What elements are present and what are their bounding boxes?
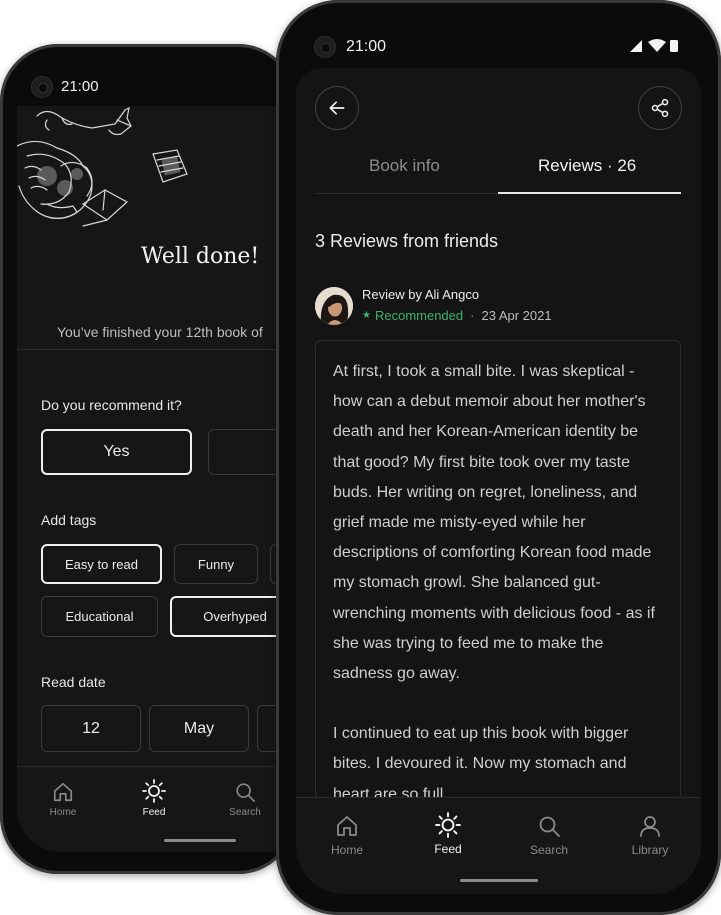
search-icon	[236, 783, 255, 802]
bottom-nav: Home Feed Search Library	[296, 797, 701, 894]
tag-easy-to-read[interactable]: Easy to read	[41, 544, 162, 584]
read-date-day[interactable]: 12	[41, 705, 141, 752]
share-button[interactable]	[638, 86, 682, 130]
tab-reviews[interactable]: Reviews · 26	[538, 156, 636, 176]
home-icon	[53, 782, 73, 802]
signal-icon	[630, 40, 642, 52]
bottom-nav: Home Feed Search	[17, 766, 297, 852]
rating-screen: Well done! You’ve finished your 12th boo…	[17, 106, 297, 852]
battery-icon	[670, 40, 678, 52]
nav-feed[interactable]: Feed	[134, 779, 174, 818]
nav-feed-label: Feed	[434, 842, 462, 856]
camera-icon	[314, 36, 336, 58]
home-icon	[337, 816, 357, 836]
nav-home[interactable]: Home	[43, 781, 83, 818]
avatar[interactable]	[315, 287, 353, 325]
nav-home-label: Home	[330, 843, 363, 857]
recommended-badge: Recommended	[374, 308, 464, 323]
arrow-left-icon	[329, 101, 345, 115]
nav-feed-label: Feed	[142, 807, 166, 818]
search-icon	[539, 816, 560, 837]
nav-search[interactable]: Search	[225, 781, 265, 818]
recommend-yes-button[interactable]: Yes	[41, 429, 192, 475]
nav-home-label: Home	[49, 807, 77, 818]
review-paragraph-1: At first, I took a small bite. I was ske…	[333, 363, 655, 683]
back-button[interactable]	[315, 86, 359, 130]
review-paragraph-2: I continued to eat up this book with big…	[333, 725, 629, 800]
active-tab-indicator	[498, 192, 681, 194]
section-title: 3 Reviews from friends	[315, 231, 499, 251]
home-indicator	[460, 879, 538, 882]
status-time: 21:00	[61, 78, 99, 95]
page-title: Well done!	[141, 244, 260, 269]
nav-library[interactable]: Library	[627, 814, 673, 857]
review-card[interactable]: At first, I took a small bite. I was ske…	[315, 340, 681, 800]
sun-icon	[435, 812, 461, 838]
star-icon: ★	[362, 310, 371, 321]
nav-home[interactable]: Home	[327, 814, 367, 857]
back-phone: 21:00 Well done! You’ve finished your 12…	[0, 44, 297, 874]
review-date: 23 Apr 2021	[481, 308, 552, 323]
share-icon	[651, 98, 669, 118]
divider	[17, 349, 297, 350]
review-meta: ★ Recommended · 23 Apr 2021	[362, 308, 552, 323]
nav-search-label: Search	[229, 807, 261, 818]
tag-funny[interactable]: Funny	[174, 544, 258, 584]
avatar-image	[315, 287, 353, 325]
front-phone: 21:00 Book info Reviews · 26 3 Reviews f…	[276, 0, 721, 915]
nav-search-label: Search	[529, 843, 569, 857]
read-date-month[interactable]: May	[149, 705, 249, 752]
person-icon	[640, 816, 660, 837]
status-icons	[630, 39, 678, 52]
meta-separator: ·	[470, 308, 475, 323]
nav-search[interactable]: Search	[529, 814, 569, 857]
review-author[interactable]: Review by Ali Angco	[362, 287, 479, 302]
tab-book-info[interactable]: Book info	[369, 156, 440, 176]
nav-library-label: Library	[631, 843, 669, 857]
nav-feed[interactable]: Feed	[428, 812, 468, 856]
recommend-question: Do you recommend it?	[41, 397, 182, 413]
read-date-label: Read date	[41, 674, 106, 690]
tags-label: Add tags	[41, 512, 97, 528]
sun-icon	[142, 779, 166, 803]
wifi-icon	[648, 39, 666, 52]
camera-icon	[31, 76, 53, 98]
book-reviews-screen: Book info Reviews · 26 3 Reviews from fr…	[296, 68, 701, 894]
status-time: 21:00	[346, 38, 387, 55]
home-indicator	[164, 839, 236, 842]
tag-educational[interactable]: Educational	[41, 596, 158, 637]
reading-illustration	[17, 106, 188, 227]
subtitle: You’ve finished your 12th book of	[57, 324, 263, 340]
